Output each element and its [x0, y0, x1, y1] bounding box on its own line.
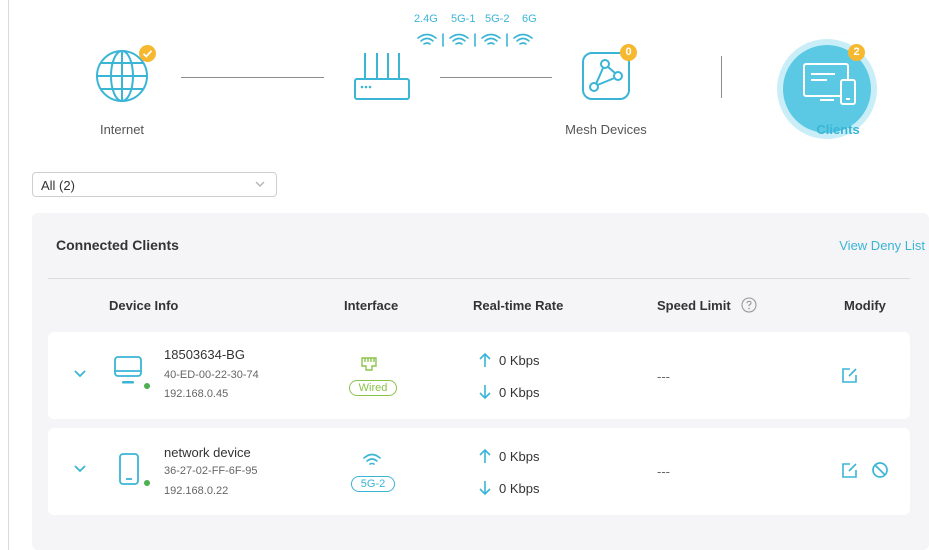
upload-arrow-icon — [479, 448, 491, 463]
client-mac: 40-ED-00-22-30-74 — [164, 369, 259, 381]
header-device-info: Device Info — [109, 298, 179, 313]
interface-badge: Wired — [349, 380, 397, 396]
client-ip: 192.168.0.45 — [164, 388, 229, 400]
filter-selected-value: All (2) — [41, 178, 75, 193]
band-label-24g: 2.4G — [414, 13, 438, 25]
speed-limit-value: --- — [657, 464, 670, 479]
chevron-down-icon[interactable] — [73, 368, 87, 380]
link-line — [181, 77, 324, 78]
link-line — [440, 77, 552, 78]
mesh-count-badge: 0 — [620, 44, 637, 61]
panel-title: Connected Clients — [56, 237, 179, 253]
download-arrow-icon — [479, 385, 491, 400]
band-label-6g: 6G — [522, 13, 537, 25]
wifi-bands-icon — [417, 33, 533, 47]
wifi-icon — [363, 453, 381, 465]
block-icon[interactable] — [871, 461, 889, 479]
ethernet-port-icon — [361, 357, 377, 371]
client-filter-select[interactable]: All (2) — [32, 172, 277, 197]
clients-count-badge: 2 — [848, 44, 865, 61]
header-modify: Modify — [844, 298, 886, 313]
download-rate: 0 Kbps — [499, 385, 540, 400]
chevron-down-icon — [255, 181, 265, 187]
separator-line — [721, 56, 722, 98]
clients-icon[interactable] — [801, 60, 859, 112]
client-name: 18503634-BG — [164, 347, 245, 362]
view-deny-list-link[interactable]: View Deny List — [839, 238, 925, 253]
router-icon[interactable] — [353, 50, 411, 102]
upload-rate: 0 Kbps — [499, 353, 540, 368]
internet-label: Internet — [99, 122, 145, 137]
online-status-dot — [144, 383, 150, 389]
band-label-5g2: 5G-2 — [485, 13, 510, 25]
upload-arrow-icon — [479, 352, 491, 367]
help-icon[interactable] — [741, 297, 757, 313]
header-speed-limit: Speed Limit — [657, 298, 731, 313]
panel-divider — [48, 278, 910, 279]
phone-icon — [119, 453, 139, 485]
online-status-dot — [144, 480, 150, 486]
desktop-icon — [114, 356, 142, 384]
interface-badge: 5G-2 — [351, 476, 395, 492]
edit-icon[interactable] — [841, 462, 858, 479]
internet-status-badge — [139, 45, 156, 62]
clients-label: Clients — [816, 122, 860, 137]
client-mac: 36-27-02-FF-6F-95 — [164, 465, 258, 477]
mesh-devices-label: Mesh Devices — [565, 122, 647, 137]
client-ip: 192.168.0.22 — [164, 485, 229, 497]
check-icon — [142, 50, 153, 58]
client-name: network device — [164, 445, 251, 460]
band-label-5g1: 5G-1 — [451, 13, 476, 25]
upload-rate: 0 Kbps — [499, 449, 540, 464]
speed-limit-value: --- — [657, 369, 670, 384]
download-rate: 0 Kbps — [499, 481, 540, 496]
header-realtime-rate: Real-time Rate — [473, 298, 564, 313]
chevron-down-icon[interactable] — [73, 463, 87, 475]
header-interface: Interface — [344, 298, 399, 313]
edit-icon[interactable] — [841, 367, 858, 384]
download-arrow-icon — [479, 481, 491, 496]
